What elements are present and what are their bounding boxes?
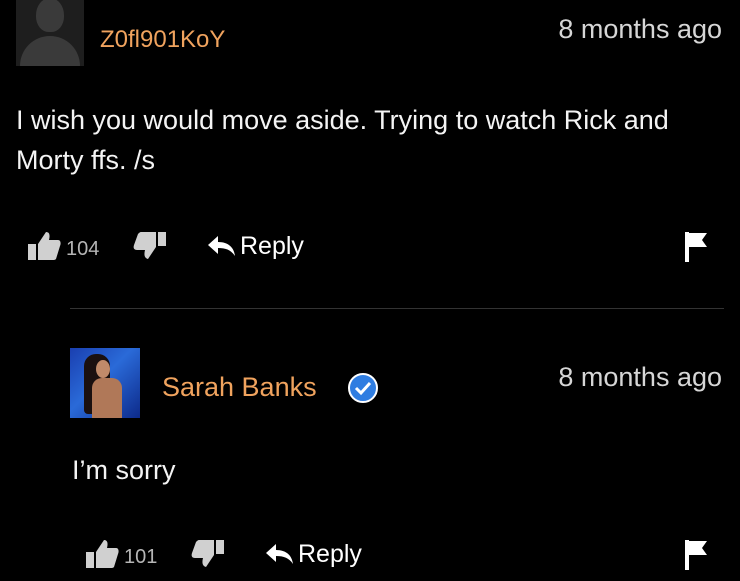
default-avatar-icon[interactable] [16, 0, 84, 66]
comment-timestamp: 8 months ago [558, 362, 722, 392]
like-count: 101 [124, 545, 158, 568]
dislike-button[interactable] [190, 534, 226, 574]
comment-timestamp: 8 months ago [558, 14, 722, 44]
comment-username[interactable]: Z0fl901KoY [100, 26, 225, 54]
reply-comment: Sarah Banks 8 months ago I’m sorry 101 R… [0, 310, 740, 581]
reply-button[interactable]: Reply [206, 226, 304, 266]
flag-button[interactable] [682, 534, 710, 574]
comment: Z0fl901KoY 8 months ago I wish you would… [0, 0, 740, 300]
reply-button[interactable]: Reply [264, 534, 362, 574]
flag-button[interactable] [682, 226, 710, 266]
thumbs-up-icon [86, 540, 119, 568]
like-count: 104 [66, 237, 100, 260]
verified-badge-icon [348, 373, 378, 403]
like-button[interactable]: 104 [26, 226, 99, 266]
thumbs-down-icon [133, 232, 166, 259]
comment-divider [70, 308, 724, 309]
user-avatar[interactable] [70, 348, 140, 418]
reply-arrow-icon [266, 544, 293, 564]
dislike-button[interactable] [132, 226, 168, 266]
flag-icon [685, 232, 707, 262]
thumbs-up-icon [28, 232, 61, 260]
comment-text: I wish you would move aside. Trying to w… [16, 105, 669, 175]
reply-arrow-icon [208, 236, 235, 256]
flag-icon [685, 540, 707, 570]
comment-text: I’m sorry [72, 455, 176, 485]
reply-label: Reply [240, 231, 304, 260]
comment-username[interactable]: Sarah Banks [162, 372, 317, 403]
thumbs-down-icon [191, 540, 224, 567]
like-button[interactable]: 101 [84, 534, 157, 574]
reply-label: Reply [298, 539, 362, 568]
